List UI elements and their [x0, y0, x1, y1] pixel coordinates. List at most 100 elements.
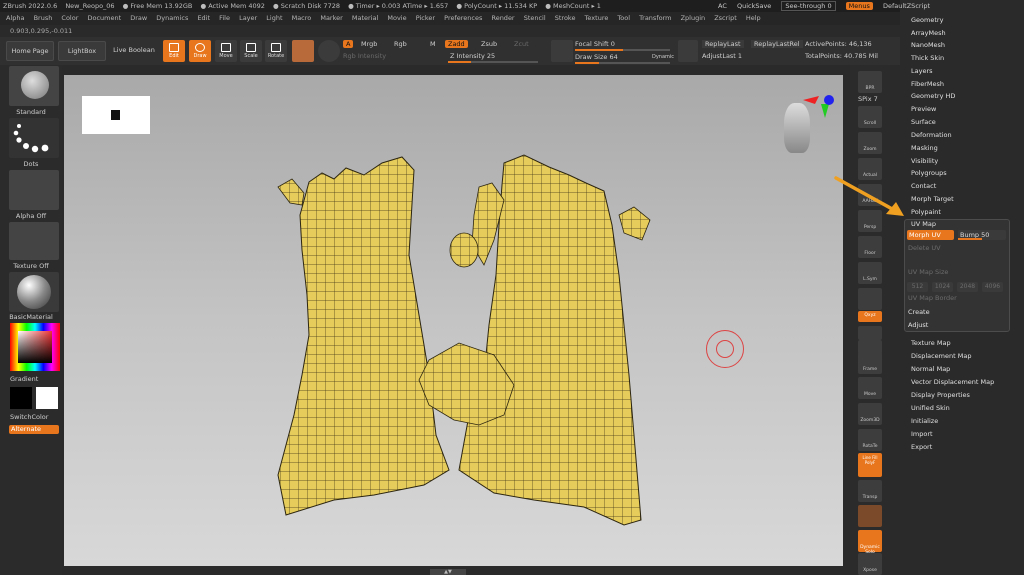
focal-shift-slider[interactable]: Focal Shift 0	[575, 40, 615, 48]
zsub-toggle[interactable]: Zsub	[481, 40, 497, 48]
edit-mode-button[interactable]: Edit	[163, 40, 185, 62]
panel-texturemap[interactable]: Texture Map	[911, 339, 951, 347]
lsym-button[interactable]: L.Sym	[858, 262, 882, 284]
panel-displacementmap[interactable]: Displacement Map	[911, 352, 971, 360]
menu-texture[interactable]: Texture	[585, 14, 609, 22]
zadd-toggle[interactable]: Zadd	[445, 40, 468, 48]
transp-button[interactable]: Transp	[858, 480, 882, 502]
mrgb-toggle[interactable]: Mrgb	[361, 40, 377, 48]
menu-alpha[interactable]: Alpha	[6, 14, 24, 22]
material-thumbnail[interactable]	[9, 272, 59, 312]
brush-thumbnail[interactable]	[9, 66, 59, 106]
panel-geometryhd[interactable]: Geometry HD	[911, 92, 955, 100]
panel-geometry[interactable]: Geometry	[911, 16, 943, 24]
ghost-button[interactable]	[858, 505, 882, 527]
alternate-button[interactable]: Alternate	[9, 425, 59, 434]
rotate-y-button[interactable]	[858, 326, 882, 340]
m-toggle[interactable]: M	[430, 40, 436, 48]
stroke-icon[interactable]	[678, 40, 698, 62]
uv-map-size-slider[interactable]: UV Map Size	[908, 268, 948, 276]
menu-material[interactable]: Material	[352, 14, 378, 22]
bpr-button[interactable]: BPR	[858, 71, 882, 93]
z-intensity-slider[interactable]: Z Intensity 25	[450, 52, 495, 60]
a-toggle[interactable]: A	[343, 40, 354, 48]
menu-stroke[interactable]: Stroke	[555, 14, 576, 22]
draw-size-track[interactable]	[575, 62, 670, 64]
material-sphere-icon[interactable]	[292, 40, 314, 62]
canvas-viewport[interactable]	[64, 75, 843, 566]
secondary-color-swatch[interactable]	[36, 387, 58, 409]
panel-thickskin[interactable]: Thick Skin	[911, 54, 944, 62]
floor-button[interactable]: Floor	[858, 236, 882, 258]
live-boolean-button[interactable]: Live Boolean	[110, 41, 158, 61]
main-color-swatch[interactable]	[10, 387, 32, 409]
zcut-toggle[interactable]: Zcut	[514, 40, 529, 48]
rotate-mode-button[interactable]: Rotate	[265, 40, 287, 62]
menu-transform[interactable]: Transform	[639, 14, 671, 22]
panel-normalmap[interactable]: Normal Map	[911, 365, 950, 373]
menu-edit[interactable]: Edit	[197, 14, 210, 22]
panel-unifiedskin[interactable]: Unified Skin	[911, 404, 950, 412]
panel-surface[interactable]: Surface	[911, 118, 936, 126]
xpose-button[interactable]: Xpose	[858, 553, 882, 575]
replay-last-rel-button[interactable]: ReplayLastRel	[751, 40, 803, 48]
brush-sphere-icon[interactable]	[318, 40, 340, 62]
spix-slider[interactable]: SPix 7	[858, 95, 878, 103]
uv-size-4096[interactable]: 4096	[982, 282, 1003, 292]
rgb-intensity-slider[interactable]: Rgb Intensity	[343, 52, 386, 60]
menus-button[interactable]: Menus	[845, 2, 873, 10]
lazy-mouse-icon[interactable]	[551, 40, 573, 62]
morph-uv-button[interactable]: Morph UV	[907, 230, 954, 240]
adjust-last-slider[interactable]: AdjustLast 1	[702, 52, 742, 60]
menu-stencil[interactable]: Stencil	[524, 14, 546, 22]
move-mode-button[interactable]: Move	[215, 40, 237, 62]
draw-mode-button[interactable]: Draw	[189, 40, 211, 62]
seethrough-slider[interactable]: See-through 0	[781, 1, 836, 11]
draw-size-slider[interactable]: Draw Size 64	[575, 53, 618, 61]
delete-uv-button[interactable]: Delete UV	[908, 244, 941, 252]
panel-displayproperties[interactable]: Display Properties	[911, 391, 970, 399]
menu-color[interactable]: Color	[61, 14, 78, 22]
dynamic-toggle[interactable]: Dynamic	[652, 54, 674, 60]
script-button[interactable]: DefaultZScript	[883, 2, 930, 10]
stroke-thumbnail[interactable]	[9, 118, 59, 158]
qxyz-button[interactable]: Qxyz	[858, 311, 882, 322]
ac-button[interactable]: AC	[718, 2, 727, 10]
rotate-view-button[interactable]: RotaTe	[858, 429, 882, 451]
panel-nanomesh[interactable]: NanoMesh	[911, 41, 945, 49]
switch-color-button[interactable]: SwitchColor	[10, 413, 72, 421]
create-button[interactable]: Create	[908, 308, 930, 316]
replay-last-button[interactable]: ReplayLast	[702, 40, 744, 48]
menu-file[interactable]: File	[219, 14, 230, 22]
menu-zscript[interactable]: Zscript	[714, 14, 737, 22]
panel-import[interactable]: Import	[911, 430, 933, 438]
panel-preview[interactable]: Preview	[911, 105, 936, 113]
uv-size-1024[interactable]: 1024	[932, 282, 953, 292]
zoom-button[interactable]: Zoom	[858, 132, 882, 154]
frame-button[interactable]: Frame	[858, 352, 882, 374]
quicksave-button[interactable]: QuickSave	[737, 2, 771, 10]
solo-button[interactable]: Dynamic Solo	[858, 530, 882, 555]
uv-size-2048[interactable]: 2048	[957, 282, 978, 292]
menu-tool[interactable]: Tool	[617, 14, 630, 22]
rgb-toggle[interactable]: Rgb	[394, 40, 407, 48]
menu-help[interactable]: Help	[746, 14, 761, 22]
color-picker[interactable]	[10, 323, 60, 371]
move-view-button[interactable]: Move	[858, 377, 882, 399]
lock-button[interactable]	[858, 288, 882, 310]
uv-map-border-slider[interactable]: UV Map Border	[908, 294, 957, 302]
panel-visibility[interactable]: Visibility	[911, 157, 938, 165]
menu-preferences[interactable]: Preferences	[444, 14, 482, 22]
menu-movie[interactable]: Movie	[387, 14, 406, 22]
zoom3d-button[interactable]: Zoom3D	[858, 403, 882, 425]
panel-arraymesh[interactable]: ArrayMesh	[911, 29, 946, 37]
panel-layers[interactable]: Layers	[911, 67, 933, 75]
menu-document[interactable]: Document	[87, 14, 121, 22]
menu-brush[interactable]: Brush	[34, 14, 53, 22]
panel-initialize[interactable]: Initialize	[911, 417, 938, 425]
texture-thumbnail[interactable]	[9, 222, 59, 260]
panel-vectordisplacementmap[interactable]: Vector Displacement Map	[911, 378, 994, 386]
bottom-tray-handle-icon[interactable]: ▲▼	[430, 569, 466, 575]
adjust-button[interactable]: Adjust	[908, 321, 928, 329]
menu-render[interactable]: Render	[491, 14, 514, 22]
